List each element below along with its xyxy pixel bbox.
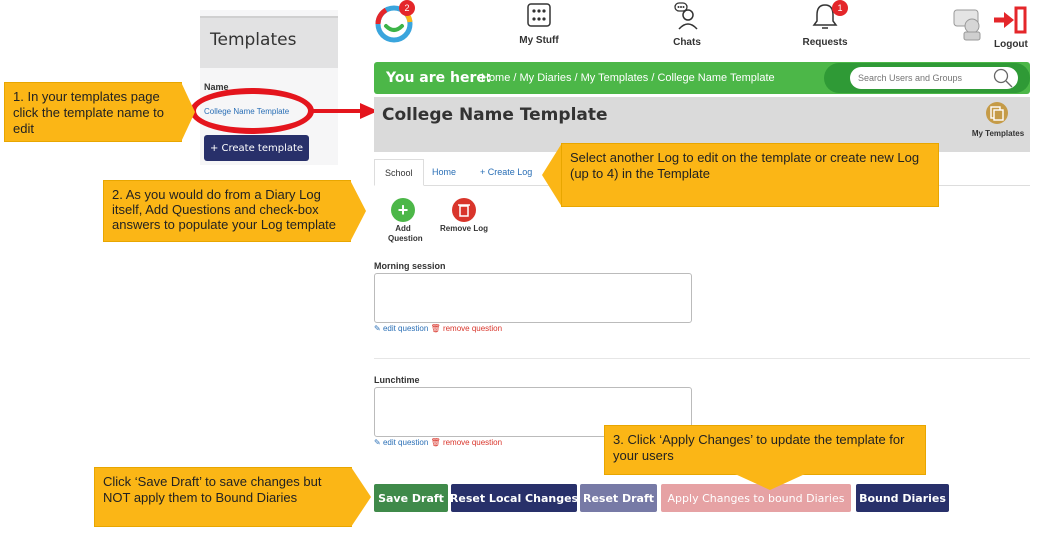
- annotation-red-oval: [190, 88, 314, 134]
- callout-step-3: 3. Click ‘Apply Changes’ to update the t…: [604, 425, 926, 475]
- templates-title: Templates: [210, 30, 297, 50]
- nav-my-stuff[interactable]: My Stuff: [514, 2, 564, 46]
- edit-question-link[interactable]: edit question: [383, 438, 428, 447]
- logout-icon[interactable]: [994, 6, 1028, 34]
- trash-icon: 🗑: [430, 438, 441, 447]
- plus-icon: +: [391, 198, 415, 222]
- search-icon[interactable]: [992, 67, 1014, 89]
- trash-icon: 🗑: [430, 324, 441, 333]
- callout-arrow: [350, 180, 366, 242]
- pencil-icon: ✎: [374, 324, 381, 333]
- question-label: Morning session: [374, 261, 446, 271]
- logout-label[interactable]: Logout: [994, 39, 1028, 50]
- breadcrumb-trail[interactable]: Home / My Diaries / My Templates / Colle…: [481, 72, 775, 84]
- pencil-icon: ✎: [374, 438, 381, 447]
- callout-step-1: 1. In your templates page click the temp…: [4, 82, 182, 142]
- breadcrumb-label: You are here:: [386, 70, 492, 86]
- tab-create-log[interactable]: + Create Log: [470, 159, 542, 186]
- callout-save-draft: Click ‘Save Draft’ to save changes but N…: [94, 467, 352, 527]
- edit-question-link[interactable]: edit question: [383, 324, 428, 333]
- nav-chats[interactable]: Chats: [664, 2, 710, 48]
- chats-icon: [674, 2, 698, 30]
- nav-chats-label: Chats: [673, 37, 701, 48]
- save-draft-button[interactable]: Save Draft: [374, 484, 448, 512]
- divider: [374, 358, 1030, 359]
- remove-log-label: Remove Log: [439, 224, 488, 233]
- create-template-button[interactable]: + Create template: [204, 135, 309, 161]
- trash-icon: [452, 198, 476, 222]
- remove-question-link[interactable]: remove question: [443, 324, 502, 333]
- my-stuff-icon: [527, 3, 551, 27]
- templates-header: Templates: [200, 16, 338, 68]
- question-label: Lunchtime: [374, 375, 420, 385]
- notification-badge: 2: [399, 0, 415, 16]
- breadcrumb: You are here: Home / My Diaries / My Tem…: [374, 62, 1030, 94]
- user-avatar[interactable]: [950, 4, 990, 42]
- bound-diaries-button[interactable]: Bound Diaries: [856, 484, 949, 512]
- question-actions: ✎ edit question 🗑 remove question: [374, 438, 502, 447]
- nav-my-stuff-label: My Stuff: [519, 35, 559, 46]
- tab-home[interactable]: Home: [422, 159, 466, 186]
- templates-panel: Templates Name College Name Template + C…: [200, 10, 338, 165]
- callout-arrow: [351, 467, 371, 527]
- callout-arrow: [181, 82, 195, 142]
- reset-local-changes-button[interactable]: Reset Local Changes: [450, 484, 578, 512]
- page-title: College Name Template: [382, 105, 608, 125]
- add-question-label: Add Question: [388, 224, 423, 243]
- copy-icon: [990, 106, 1004, 121]
- callout-step-2: 2. As you would do from a Diary Log itse…: [103, 180, 351, 242]
- callout-select-log: Select another Log to edit on the templa…: [561, 143, 939, 207]
- callout-arrow: [542, 143, 562, 207]
- my-templates-icon[interactable]: [986, 102, 1008, 124]
- tab-school[interactable]: School: [374, 159, 424, 186]
- add-question-button[interactable]: + Add Question: [378, 198, 428, 244]
- my-templates-label[interactable]: My Templates: [970, 129, 1026, 139]
- nav-requests-label: Requests: [802, 37, 848, 48]
- remove-question-link[interactable]: remove question: [443, 438, 502, 447]
- question-textarea[interactable]: [374, 273, 692, 323]
- requests-badge: 1: [832, 0, 848, 16]
- question-actions: ✎ edit question 🗑 remove question: [374, 324, 502, 333]
- annotation-red-arrow: [312, 103, 378, 119]
- reset-draft-button[interactable]: Reset Draft: [580, 484, 657, 512]
- callout-arrow: [735, 474, 805, 490]
- remove-log-button[interactable]: Remove Log: [434, 198, 494, 234]
